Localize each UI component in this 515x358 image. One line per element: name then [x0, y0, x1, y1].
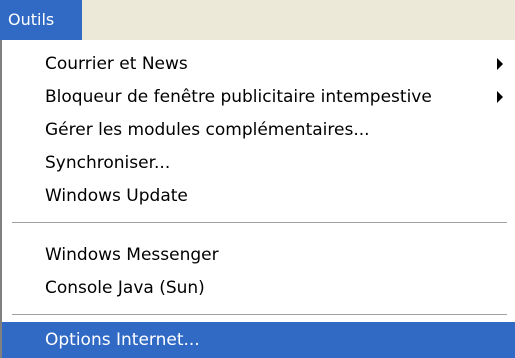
menu-item-label: Bloqueur de fenêtre publicitaire intempe…: [45, 87, 432, 107]
menu-item-options-internet[interactable]: Options Internet...: [2, 322, 515, 358]
submenu-arrow-icon: [497, 91, 503, 103]
menu-item-console-java[interactable]: Console Java (Sun): [2, 272, 515, 304]
menu-item-label: Synchroniser...: [45, 153, 171, 173]
menu-outils[interactable]: Outils: [0, 0, 82, 40]
menu-item-courrier-et-news[interactable]: Courrier et News: [2, 48, 515, 80]
menu-separator: [12, 314, 507, 316]
outils-dropdown-menu: Courrier et News Bloqueur de fenêtre pub…: [0, 40, 515, 358]
menu-item-bloqueur-fenetre[interactable]: Bloqueur de fenêtre publicitaire intempe…: [2, 81, 515, 113]
menu-item-label: Courrier et News: [45, 54, 188, 74]
menu-item-windows-messenger[interactable]: Windows Messenger: [2, 239, 515, 271]
menu-item-label: Windows Update: [45, 186, 188, 206]
menu-item-gerer-modules[interactable]: Gérer les modules complémentaires...: [2, 114, 515, 146]
menu-item-label: Console Java (Sun): [45, 278, 205, 298]
menu-item-synchroniser[interactable]: Synchroniser...: [2, 147, 515, 179]
menu-separator: [12, 222, 507, 224]
menu-item-label: Gérer les modules complémentaires...: [45, 120, 370, 140]
menu-bar: Outils: [0, 0, 515, 40]
submenu-arrow-icon: [497, 58, 503, 70]
menu-item-windows-update[interactable]: Windows Update: [2, 180, 515, 212]
menu-item-label: Windows Messenger: [45, 245, 219, 265]
menu-item-label: Options Internet...: [45, 330, 200, 350]
